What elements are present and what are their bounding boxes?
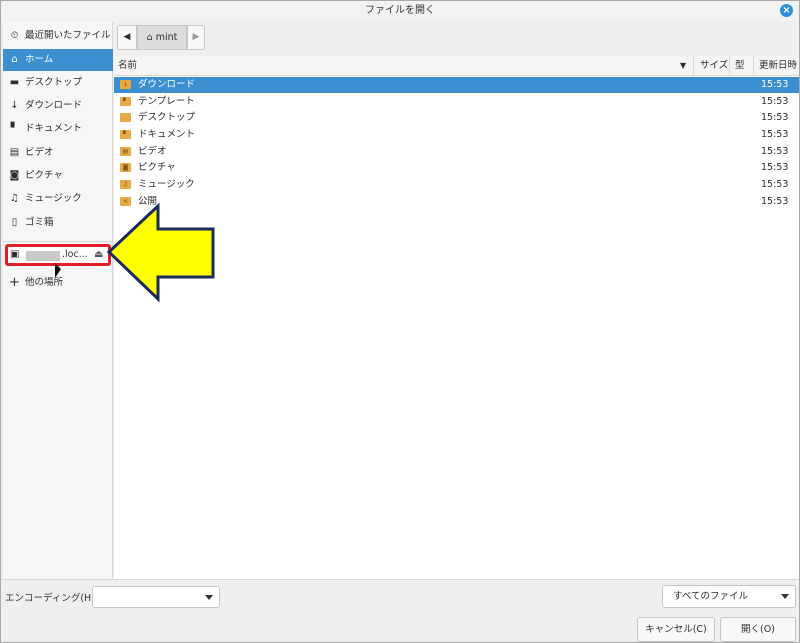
file-row[interactable]: ▘ ドキュメント 15:53 xyxy=(114,127,799,143)
sidebar-item-music[interactable]: ♫ ミュージック xyxy=(3,188,113,210)
dialog-footer: エンコーディング(H): すべてのファイル キャンセル(C) 開く(O) xyxy=(1,579,799,642)
folder-download-icon: ↓ xyxy=(120,80,131,89)
sidebar-item-recent[interactable]: ⏲ 最近開いたファイル xyxy=(3,25,113,47)
folder-desktop-icon xyxy=(120,113,131,122)
file-filter-value: すべてのファイル xyxy=(673,591,748,602)
encoding-select[interactable] xyxy=(92,586,220,608)
file-modified: 15:53 xyxy=(761,179,789,190)
sidebar-item-label: ビデオ xyxy=(25,147,54,158)
document-icon: ▘ xyxy=(10,123,19,134)
sidebar-item-label: ダウンロード xyxy=(25,100,83,111)
window-title: ファイルを開く xyxy=(365,5,435,16)
sidebar-item-label: ゴミ箱 xyxy=(25,217,54,228)
places-sidebar: ⏲ 最近開いたファイル ⌂ ホーム ▬ デスクトップ ↓ ダウンロード ▘ ドキ… xyxy=(3,22,113,579)
file-modified: 15:53 xyxy=(761,162,789,173)
music-icon: ♫ xyxy=(10,193,19,204)
file-open-dialog: ファイルを開く × ⏲ 最近開いたファイル ⌂ ホーム ▬ デスクトップ ↓ ダ… xyxy=(0,0,800,643)
chevron-down-icon xyxy=(205,595,213,600)
cancel-button[interactable]: キャンセル(C) xyxy=(637,617,715,642)
file-name: ビデオ xyxy=(138,146,167,157)
redacted-hostname xyxy=(26,251,60,261)
path-forward-button[interactable]: ▶ xyxy=(187,25,205,50)
sidebar-item-label: ホーム xyxy=(25,54,54,65)
breadcrumb-home[interactable]: ⌂ mint xyxy=(137,25,187,50)
sidebar-item-network-drive[interactable]: ▣ .loc... ⏏ xyxy=(5,244,111,266)
file-row[interactable]: ↓ ダウンロード 15:53 xyxy=(114,77,799,93)
sidebar-item-label: 最近開いたファイル xyxy=(25,30,111,41)
file-row[interactable]: < 公開 15:53 xyxy=(114,194,799,210)
camera-icon: ◙ xyxy=(9,170,20,181)
clock-icon: ⏲ xyxy=(10,30,19,41)
download-icon: ↓ xyxy=(10,100,19,111)
file-modified: 15:53 xyxy=(761,129,789,140)
mouse-cursor-icon xyxy=(55,262,61,281)
sidebar-item-label: ドキュメント xyxy=(25,123,83,134)
folder-templates-icon: ▘ xyxy=(120,97,131,106)
open-button[interactable]: 開く(O) xyxy=(720,617,796,642)
file-modified: 15:53 xyxy=(761,146,789,157)
file-name: テンプレート xyxy=(138,96,195,107)
file-list: 名前 ▼ サイズ 型 更新日時 ↓ ダウンロード 15:53 ▘ テンプレート … xyxy=(114,56,799,579)
breadcrumb-label: mint xyxy=(155,32,178,43)
folder-documents-icon: ▘ xyxy=(120,130,131,139)
path-bar: ◀ ⌂ mint ▶ xyxy=(117,25,207,50)
column-header-name[interactable]: 名前 xyxy=(118,56,137,76)
device-label: .loc... xyxy=(62,249,88,260)
file-row[interactable]: ▤ ビデオ 15:53 xyxy=(114,144,799,160)
desktop-icon: ▬ xyxy=(9,77,20,88)
file-modified: 15:53 xyxy=(761,196,789,207)
sidebar-item-trash[interactable]: ▯ ゴミ箱 xyxy=(3,212,113,234)
encoding-label: エンコーディング(H): xyxy=(5,593,99,604)
file-modified: 15:53 xyxy=(761,79,789,90)
path-back-button[interactable]: ◀ xyxy=(117,25,137,50)
chevron-left-icon: ◀ xyxy=(123,32,131,42)
chevron-right-icon: ▶ xyxy=(192,32,200,42)
eject-icon[interactable]: ⏏ xyxy=(94,247,103,263)
file-name: ミュージック xyxy=(138,179,195,190)
title-bar: ファイルを開く × xyxy=(1,1,799,21)
column-header-type[interactable]: 型 xyxy=(729,56,753,76)
plus-icon: + xyxy=(9,275,20,290)
sidebar-item-videos[interactable]: ▤ ビデオ xyxy=(3,142,113,164)
file-row[interactable]: デスクトップ 15:53 xyxy=(114,110,799,126)
file-list-header: 名前 ▼ サイズ 型 更新日時 xyxy=(114,56,799,76)
sidebar-item-label: ピクチャ xyxy=(25,170,63,181)
file-name: ダウンロード xyxy=(138,79,196,90)
file-row[interactable]: ♫ ミュージック 15:53 xyxy=(114,177,799,193)
sort-desc-icon: ▼ xyxy=(680,61,687,70)
folder-pictures-icon: ◙ xyxy=(120,163,131,172)
sidebar-item-home[interactable]: ⌂ ホーム xyxy=(3,49,113,71)
column-header-size[interactable]: サイズ xyxy=(693,56,729,76)
home-icon: ⌂ xyxy=(11,54,18,65)
file-name: 公開 xyxy=(138,196,158,207)
file-modified: 15:53 xyxy=(761,96,789,107)
sidebar-item-pictures[interactable]: ◙ ピクチャ xyxy=(3,165,113,187)
file-filter-select[interactable]: すべてのファイル xyxy=(662,585,796,608)
folder-music-icon: ♫ xyxy=(120,180,131,189)
chevron-down-icon xyxy=(781,594,789,599)
folder-public-icon: < xyxy=(120,197,131,206)
file-name: ドキュメント xyxy=(138,129,196,140)
sidebar-item-documents[interactable]: ▘ ドキュメント xyxy=(3,118,113,140)
folder-videos-icon: ▤ xyxy=(120,147,131,156)
trash-icon: ▯ xyxy=(11,217,18,228)
sidebar-item-label: デスクトップ xyxy=(25,77,83,88)
file-name: デスクトップ xyxy=(138,112,196,123)
file-row[interactable]: ◙ ピクチャ 15:53 xyxy=(114,160,799,176)
file-name: ピクチャ xyxy=(138,162,176,173)
column-header-modified[interactable]: 更新日時 xyxy=(753,56,799,76)
file-modified: 15:53 xyxy=(761,112,789,123)
home-icon: ⌂ xyxy=(146,32,153,43)
sidebar-item-downloads[interactable]: ↓ ダウンロード xyxy=(3,95,113,117)
close-icon: × xyxy=(782,5,791,16)
close-button[interactable]: × xyxy=(780,4,793,17)
network-drive-icon: ▣ xyxy=(10,249,20,260)
sidebar-item-desktop[interactable]: ▬ デスクトップ xyxy=(3,72,113,94)
video-icon: ▤ xyxy=(9,147,20,158)
file-row[interactable]: ▘ テンプレート 15:53 xyxy=(114,94,799,110)
sidebar-item-label: ミュージック xyxy=(25,193,82,204)
sidebar-divider xyxy=(3,241,113,242)
